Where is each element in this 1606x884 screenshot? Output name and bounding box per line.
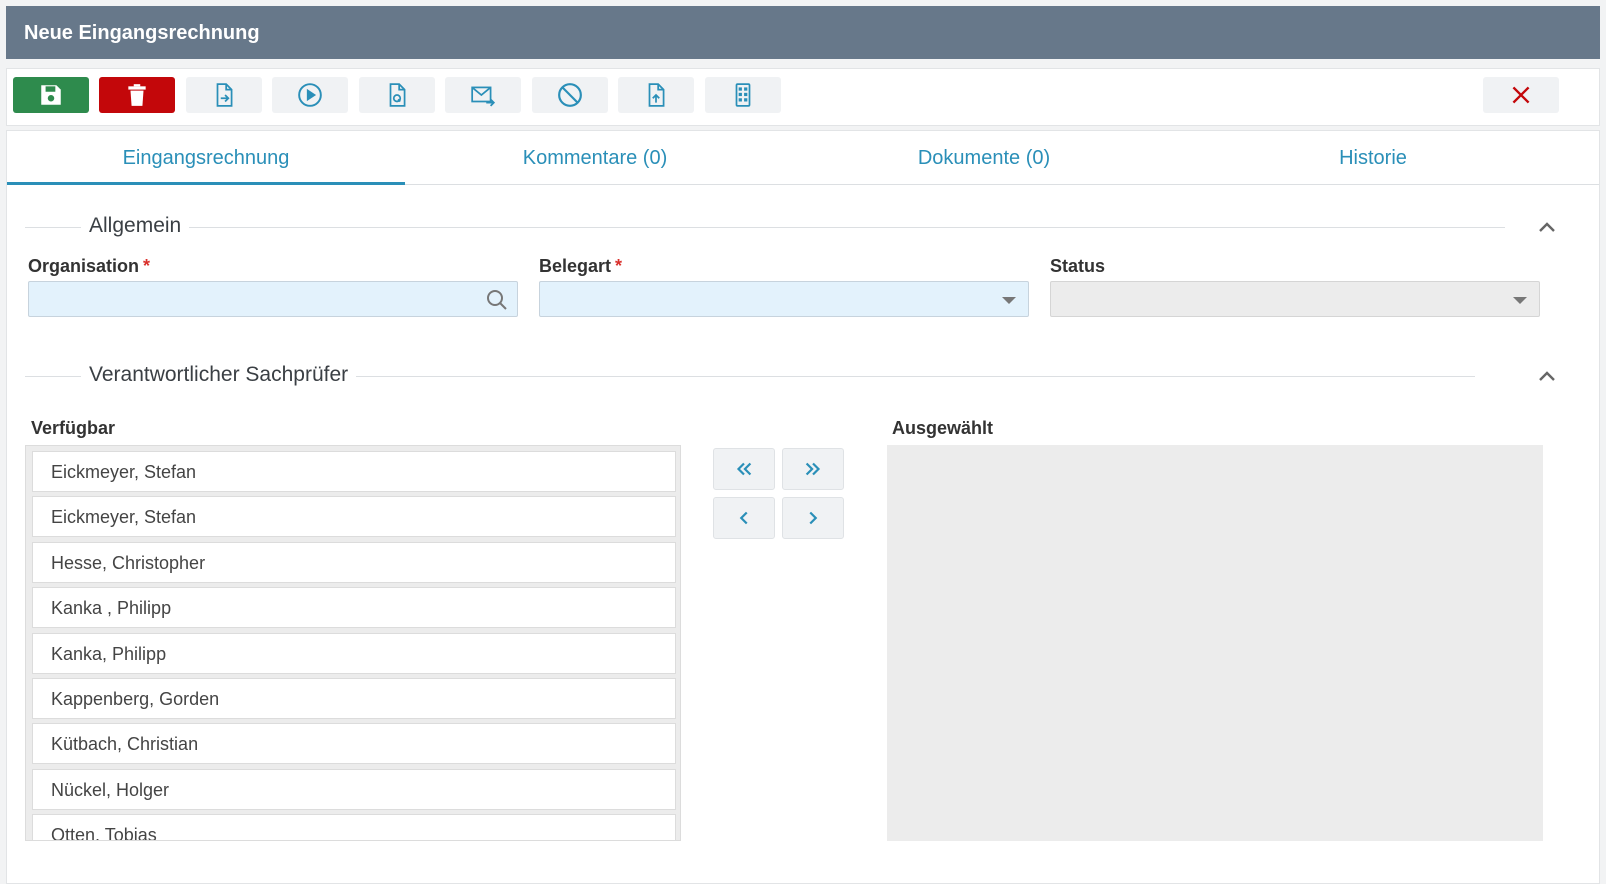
- chevron-down-icon: [1002, 297, 1016, 304]
- chevron-down-icon: [1513, 297, 1527, 304]
- mail-forward-icon: [471, 86, 496, 107]
- tab-historie[interactable]: Historie: [1174, 131, 1572, 185]
- belegart-label: Belegart *: [539, 256, 622, 277]
- section-sachpruefer: Verantwortlicher Sachprüfer: [25, 361, 1581, 391]
- close-icon: [1512, 86, 1530, 104]
- double-chevron-left-icon: [736, 462, 752, 476]
- double-chevron-right-icon: [805, 462, 821, 476]
- section-title: Verantwortlicher Sachprüfer: [81, 363, 357, 387]
- list-item[interactable]: Eickmeyer, Stefan: [32, 451, 676, 492]
- status-select: [1050, 281, 1540, 317]
- tab-bar: Eingangsrechnung Kommentare (0) Dokument…: [7, 131, 1599, 185]
- list-item[interactable]: Kanka, Philipp: [32, 633, 676, 674]
- delete-button[interactable]: [99, 77, 175, 113]
- selected-label: Ausgewählt: [892, 418, 994, 438]
- required-marker: *: [143, 256, 151, 276]
- belegart-label-text: Belegart: [539, 256, 612, 276]
- available-label: Verfügbar: [31, 418, 116, 438]
- tab-kommentare[interactable]: Kommentare (0): [396, 131, 794, 185]
- app-window: Neue Eingangsrechnung Eingangsrechnung K…: [6, 6, 1600, 884]
- cancel-button[interactable]: [532, 77, 608, 113]
- organisation-input[interactable]: [28, 281, 518, 317]
- save-icon: [41, 85, 61, 105]
- search-icon[interactable]: [485, 288, 509, 312]
- section-title: Allgemein: [81, 214, 190, 238]
- form-content: Eingangsrechnung Kommentare (0) Dokument…: [6, 130, 1600, 884]
- organisation-label-text: Organisation: [28, 256, 140, 276]
- selected-list[interactable]: [887, 445, 1543, 841]
- upload-button[interactable]: [618, 77, 694, 113]
- chevron-up-icon[interactable]: [1535, 365, 1559, 389]
- status-label: Status: [1050, 256, 1106, 276]
- save-button[interactable]: [13, 77, 89, 113]
- grid-icon: [735, 83, 751, 107]
- move-left-button[interactable]: [713, 497, 775, 539]
- window-title: Neue Eingangsrechnung: [6, 6, 1600, 59]
- chevron-up-icon[interactable]: [1535, 216, 1559, 240]
- tab-dokumente[interactable]: Dokumente (0): [785, 131, 1183, 185]
- chevron-left-icon: [739, 511, 748, 525]
- tab-eingangsrechnung[interactable]: Eingangsrechnung: [7, 131, 405, 185]
- list-item[interactable]: Otten, Tobias: [32, 814, 676, 840]
- list-item[interactable]: Hesse, Christopher: [32, 542, 676, 583]
- toolbar: [6, 68, 1600, 126]
- section-allgemein: Allgemein: [25, 212, 1581, 242]
- list-item[interactable]: Kappenberg, Gorden: [32, 678, 676, 719]
- move-right-button[interactable]: [782, 497, 844, 539]
- list-item[interactable]: Kütbach, Christian: [32, 723, 676, 764]
- file-search-icon: [389, 83, 406, 107]
- file-upload-icon: [648, 83, 665, 107]
- belegart-select[interactable]: [539, 281, 1029, 317]
- section-divider: [25, 227, 1505, 228]
- required-marker: *: [615, 256, 623, 276]
- trash-icon: [128, 84, 146, 106]
- calculator-button[interactable]: [705, 77, 781, 113]
- move-all-right-button[interactable]: [782, 448, 844, 490]
- organisation-label: Organisation *: [28, 256, 150, 277]
- list-item[interactable]: Eickmeyer, Stefan: [32, 496, 676, 537]
- play-circle-icon: [298, 83, 322, 107]
- chevron-right-icon: [809, 511, 818, 525]
- available-list[interactable]: Eickmeyer, Stefan Eickmeyer, Stefan Hess…: [25, 445, 681, 841]
- file-export-icon: [216, 83, 233, 107]
- close-button[interactable]: [1483, 77, 1559, 113]
- list-item[interactable]: Kanka , Philipp: [32, 587, 676, 628]
- preview-button[interactable]: [359, 77, 435, 113]
- export-button[interactable]: [186, 77, 262, 113]
- send-mail-button[interactable]: [445, 77, 521, 113]
- move-all-left-button[interactable]: [713, 448, 775, 490]
- ban-icon: [558, 83, 582, 107]
- list-item[interactable]: Nückel, Holger: [32, 769, 676, 810]
- start-button[interactable]: [272, 77, 348, 113]
